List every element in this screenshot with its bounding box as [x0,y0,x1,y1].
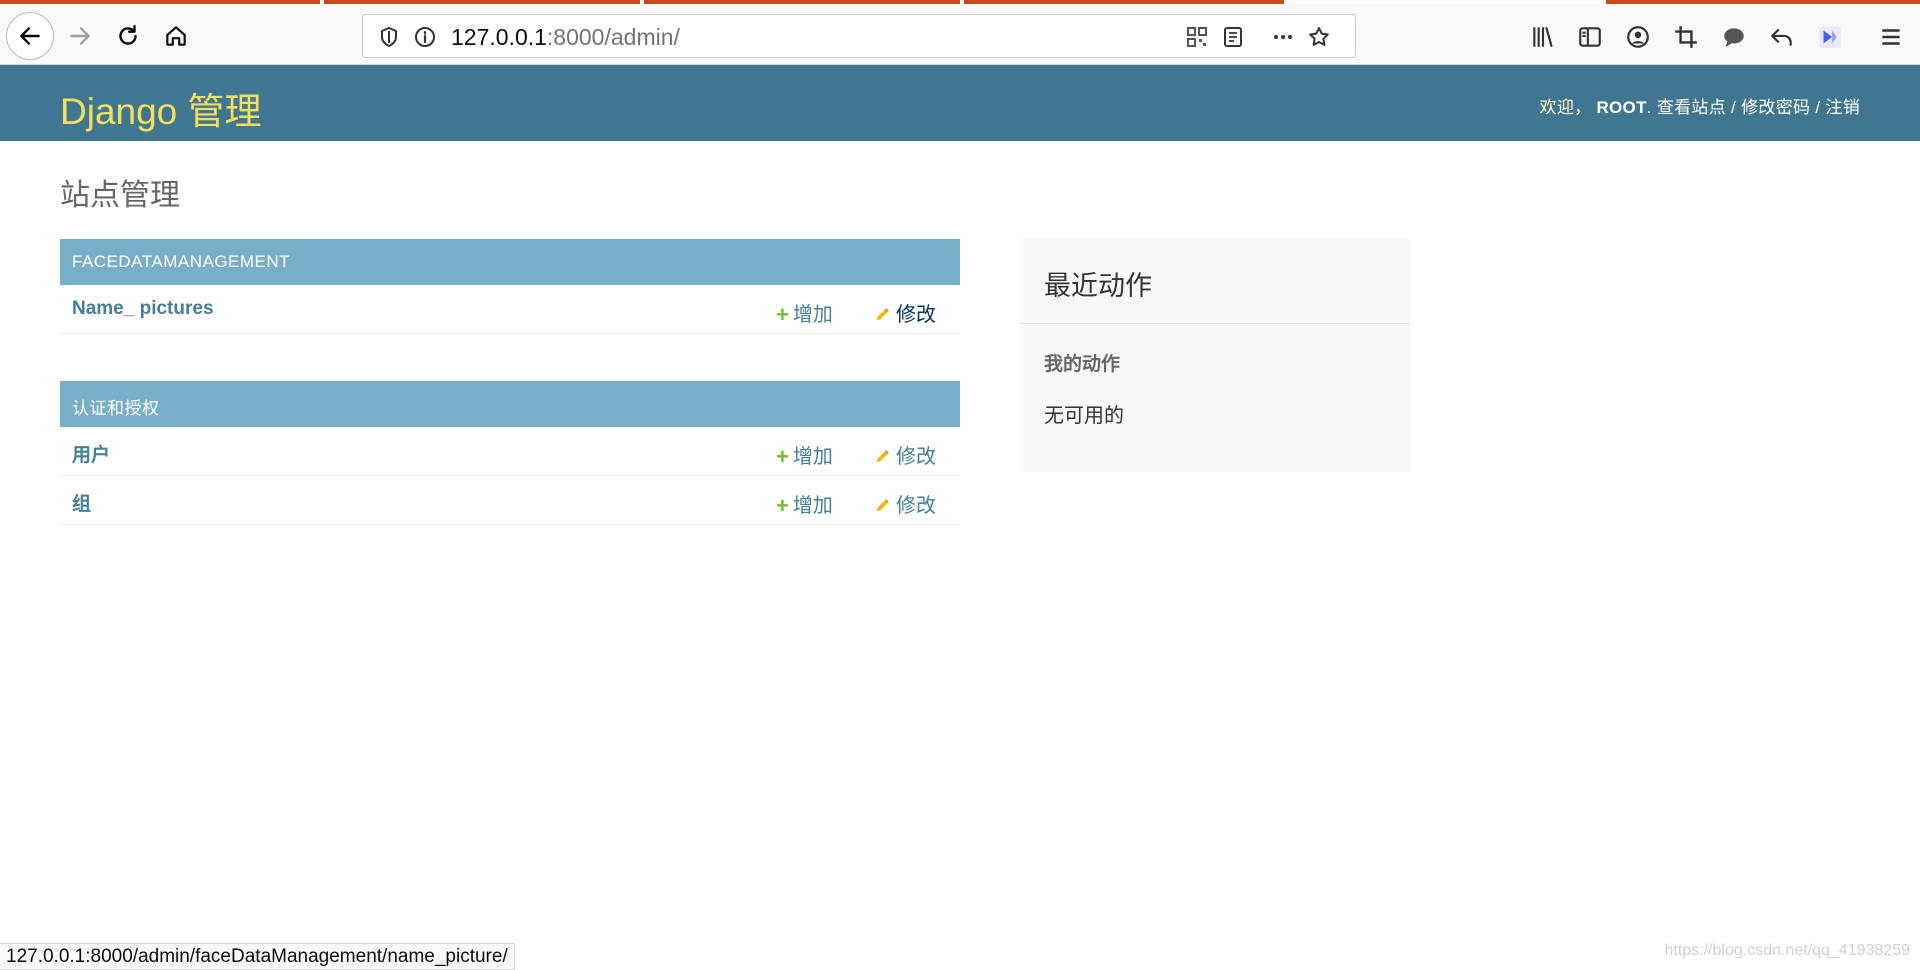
username: ROOT [1596,98,1647,117]
back-button[interactable] [6,12,54,60]
add-label: 增加 [792,495,833,517]
change-link[interactable]: 修改 [874,489,936,518]
app-module-auth: 认证和授权 用户 + 增加 修改 组 + 增加 修改 [60,381,960,525]
sidebar-icon[interactable] [1577,24,1603,50]
browser-toolbar: 127.0.0.1:8000/admin/ [0,4,1920,65]
separator: / [1726,98,1742,117]
user-tools: 欢迎， ROOT. 查看站点 / 修改密码 / 注销 [1540,93,1860,118]
welcome-text: 欢迎， [1539,98,1592,117]
add-label: 增加 [792,446,833,468]
reload-button[interactable] [104,12,152,60]
screenshot-icon[interactable] [1673,24,1699,50]
add-icon: + [776,302,789,327]
extension-icon[interactable] [1817,24,1843,50]
view-site-link[interactable]: 查看站点 [1657,98,1726,117]
page-title: 站点管理 [60,179,180,212]
url-path: :8000/admin/ [546,24,680,50]
model-row: Name_ pictures + 增加 修改 [60,285,960,334]
model-link-users[interactable]: 用户 [72,440,110,467]
change-label: 修改 [896,495,936,517]
reader-view-icon[interactable] [1221,25,1245,49]
module-caption[interactable]: 认证和授权 [60,381,960,427]
pencil-icon [876,308,889,321]
pencil-icon [876,450,889,463]
add-icon: + [776,493,789,518]
url-host: 127.0.0.1 [451,24,547,50]
library-icon[interactable] [1530,24,1556,50]
back-icon [20,27,40,45]
recent-actions-panel: 最近动作 我的动作 无可用的 [1020,239,1410,472]
qr-code-icon[interactable] [1185,25,1209,49]
change-password-link[interactable]: 修改密码 [1741,98,1810,117]
no-actions-text: 无可用的 [1044,405,1124,427]
admin-header: Django 管理 欢迎， ROOT. 查看站点 / 修改密码 / 注销 [0,65,1920,141]
chat-icon[interactable] [1721,24,1747,50]
forward-button[interactable] [56,12,104,60]
add-link[interactable]: + 增加 [776,489,833,519]
bookmark-star-icon[interactable] [1307,25,1331,49]
my-actions-heading: 我的动作 [1044,354,1121,375]
reload-icon [119,25,137,45]
pencil-icon [876,499,889,512]
module-caption[interactable]: FACEDATAMANAGEMENT [60,239,960,285]
model-row: 用户 + 增加 修改 [60,427,960,476]
change-link[interactable]: 修改 [874,298,936,327]
separator: . [1646,98,1652,117]
add-link[interactable]: + 增加 [776,440,833,470]
status-bar: 127.0.0.1:8000/admin/faceDataManagement/… [0,943,515,970]
shield-icon[interactable] [377,25,401,49]
add-label: 增加 [792,304,833,326]
model-link-groups[interactable]: 组 [72,489,91,516]
divider [1020,323,1410,324]
watermark: https://blog.csdn.net/qq_41938259 [1664,942,1910,959]
add-icon: + [776,444,789,469]
site-brand[interactable]: Django 管理 [60,81,262,135]
forward-icon [70,27,90,45]
menu-icon[interactable] [1878,24,1904,50]
change-label: 修改 [896,446,936,468]
home-button[interactable] [152,12,200,60]
recent-actions-title: 最近动作 [1044,271,1152,301]
more-icon[interactable] [1271,25,1295,49]
model-link-name-pictures[interactable]: Name_ pictures [72,298,214,320]
url-text[interactable]: 127.0.0.1:8000/admin/ [451,24,680,51]
logout-link[interactable]: 注销 [1825,98,1860,117]
app-module-facedatamanagement: FACEDATAMANAGEMENT Name_ pictures + 增加 修改 [60,239,960,334]
undo-icon[interactable] [1769,24,1795,50]
change-label: 修改 [896,304,936,326]
separator: / [1810,98,1826,117]
change-link[interactable]: 修改 [874,440,936,469]
add-link[interactable]: + 增加 [776,298,833,328]
home-icon [166,26,186,46]
model-row: 组 + 增加 修改 [60,476,960,525]
url-bar[interactable]: 127.0.0.1:8000/admin/ [362,14,1356,58]
info-icon[interactable] [413,25,437,49]
account-icon[interactable] [1625,24,1651,50]
